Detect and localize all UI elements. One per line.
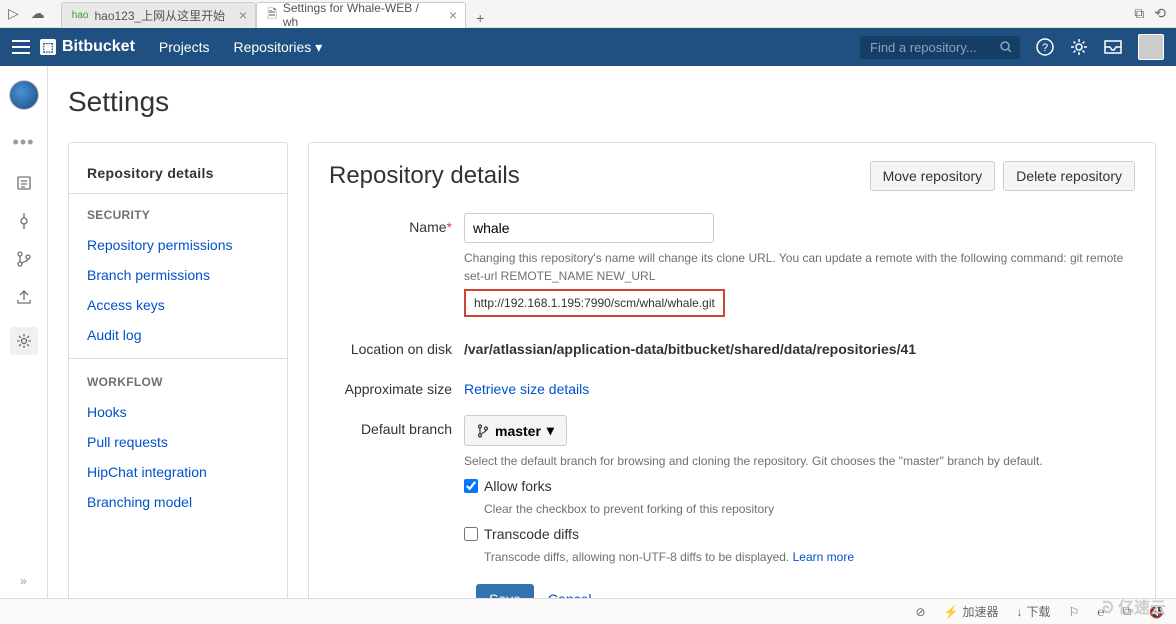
transcode-label: Transcode diffs [484, 526, 579, 542]
more-icon[interactable]: ••• [13, 132, 35, 153]
sidebar-hooks[interactable]: Hooks [69, 397, 287, 427]
name-help: Changing this repository's name will cha… [464, 249, 1135, 285]
delete-repository-button[interactable]: Delete repository [1003, 161, 1135, 191]
watermark: ᘐ 亿速云 [1102, 594, 1166, 618]
cancel-link[interactable]: Cancel [548, 591, 592, 598]
branch-icon [477, 424, 489, 438]
tab-title: Settings for Whale-WEB / wh [283, 1, 435, 29]
commits-icon[interactable] [16, 213, 32, 229]
sidebar-heading-main: Repository details [69, 157, 287, 194]
retrieve-size-link[interactable]: Retrieve size details [464, 375, 589, 397]
cloud-icon[interactable]: ☁ [31, 5, 45, 22]
transcode-help: Transcode diffs, allowing non-UTF-8 diff… [484, 548, 1135, 566]
sidebar-hipchat[interactable]: HipChat integration [69, 457, 287, 487]
inbox-icon[interactable] [1104, 40, 1122, 54]
browser-status-bar: ⊘ ⚡ 加速器 ↓ 下载 ⚐ ℮ ⧉ 🔇 [0, 598, 1176, 624]
browser-tab-hao123[interactable]: hao hao123_上网从这里开始 × [61, 2, 256, 28]
allow-forks-checkbox[interactable] [464, 479, 478, 493]
learn-more-link[interactable]: Learn more [793, 550, 854, 564]
sidebar-pull-requests[interactable]: Pull requests [69, 427, 287, 457]
browser-tabs: hao hao123_上网从这里开始 × 🗎 Settings for Whal… [61, 0, 490, 28]
branch-help: Select the default branch for browsing a… [464, 452, 1135, 470]
repository-details-panel: Repository details Move repository Delet… [308, 142, 1156, 598]
location-value: /var/atlassian/application-data/bitbucke… [464, 335, 1135, 357]
clone-url-box: http://192.168.1.195:7990/scm/whal/whale… [464, 289, 725, 317]
settings-gear-icon[interactable] [10, 327, 38, 355]
user-avatar[interactable] [1138, 34, 1164, 60]
branch-label: Default branch [329, 415, 464, 566]
refresh-icon[interactable]: ⟲ [1154, 5, 1166, 22]
bucket-icon: ⬚ [40, 39, 56, 55]
nav-projects[interactable]: Projects [159, 39, 210, 56]
tab-title: hao123_上网从这里开始 [94, 7, 225, 24]
sidebar-heading-workflow: WORKFLOW [69, 367, 287, 397]
size-label: Approximate size [329, 375, 464, 397]
gear-icon[interactable] [1070, 38, 1088, 56]
sidebar-audit-log[interactable]: Audit log [69, 320, 287, 350]
status-flag-icon[interactable]: ⚐ [1069, 605, 1080, 619]
close-icon[interactable]: × [449, 7, 457, 23]
chevron-down-icon: ▾ [547, 422, 554, 439]
sidebar-access-keys[interactable]: Access keys [69, 290, 287, 320]
sidebar-branch-permissions[interactable]: Branch permissions [69, 260, 287, 290]
page-title: Settings [68, 86, 1156, 118]
panel-title: Repository details [329, 162, 520, 190]
share-icon[interactable] [16, 289, 32, 305]
restore-icon[interactable]: ⧉ [1134, 5, 1144, 22]
browser-back-icon[interactable]: ▷ [8, 5, 19, 22]
browser-tab-settings[interactable]: 🗎 Settings for Whale-WEB / wh × [256, 2, 466, 28]
status-download[interactable]: ↓ 下载 [1016, 603, 1050, 620]
default-branch-dropdown[interactable]: master ▾ [464, 415, 567, 446]
favicon-hao: hao [72, 10, 89, 21]
search-input[interactable]: Find a repository... [860, 36, 1020, 59]
icon-rail: ••• » [0, 66, 48, 598]
nav-repositories[interactable]: Repositories ▾ [233, 39, 322, 56]
top-navigation: ⬚ Bitbucket Projects Repositories ▾ Find… [0, 28, 1176, 66]
help-icon[interactable]: ? [1036, 38, 1054, 56]
sidebar-repo-permissions[interactable]: Repository permissions [69, 230, 287, 260]
menu-icon[interactable] [12, 40, 36, 54]
name-input[interactable] [464, 213, 714, 243]
sidebar-branching-model[interactable]: Branching model [69, 487, 287, 517]
favicon-page: 🗎 [267, 5, 277, 26]
branches-icon[interactable] [16, 251, 32, 267]
save-button[interactable]: Save [476, 584, 534, 598]
search-icon [1000, 41, 1012, 53]
project-avatar[interactable] [9, 80, 39, 110]
move-repository-button[interactable]: Move repository [870, 161, 996, 191]
source-icon[interactable] [16, 175, 32, 191]
settings-sidebar: Repository details SECURITY Repository p… [68, 142, 288, 598]
close-icon[interactable]: × [239, 7, 247, 23]
name-label: Name* [329, 213, 464, 317]
forks-help: Clear the checkbox to prevent forking of… [484, 500, 1135, 518]
search-placeholder: Find a repository... [870, 40, 977, 55]
browser-chrome: ▷ ☁ hao hao123_上网从这里开始 × 🗎 Settings for … [0, 0, 1176, 28]
svg-text:?: ? [1042, 42, 1048, 54]
expand-icon[interactable]: » [20, 574, 27, 598]
status-compat-icon[interactable]: ⊘ [915, 605, 925, 619]
allow-forks-label: Allow forks [484, 478, 552, 494]
status-accelerator[interactable]: ⚡ 加速器 [944, 603, 999, 620]
transcode-diffs-checkbox[interactable] [464, 527, 478, 541]
new-tab-button[interactable]: + [470, 8, 490, 28]
sidebar-heading-security: SECURITY [69, 200, 287, 230]
bitbucket-logo[interactable]: ⬚ Bitbucket [40, 38, 135, 56]
brand-text: Bitbucket [62, 38, 135, 56]
location-label: Location on disk [329, 335, 464, 357]
